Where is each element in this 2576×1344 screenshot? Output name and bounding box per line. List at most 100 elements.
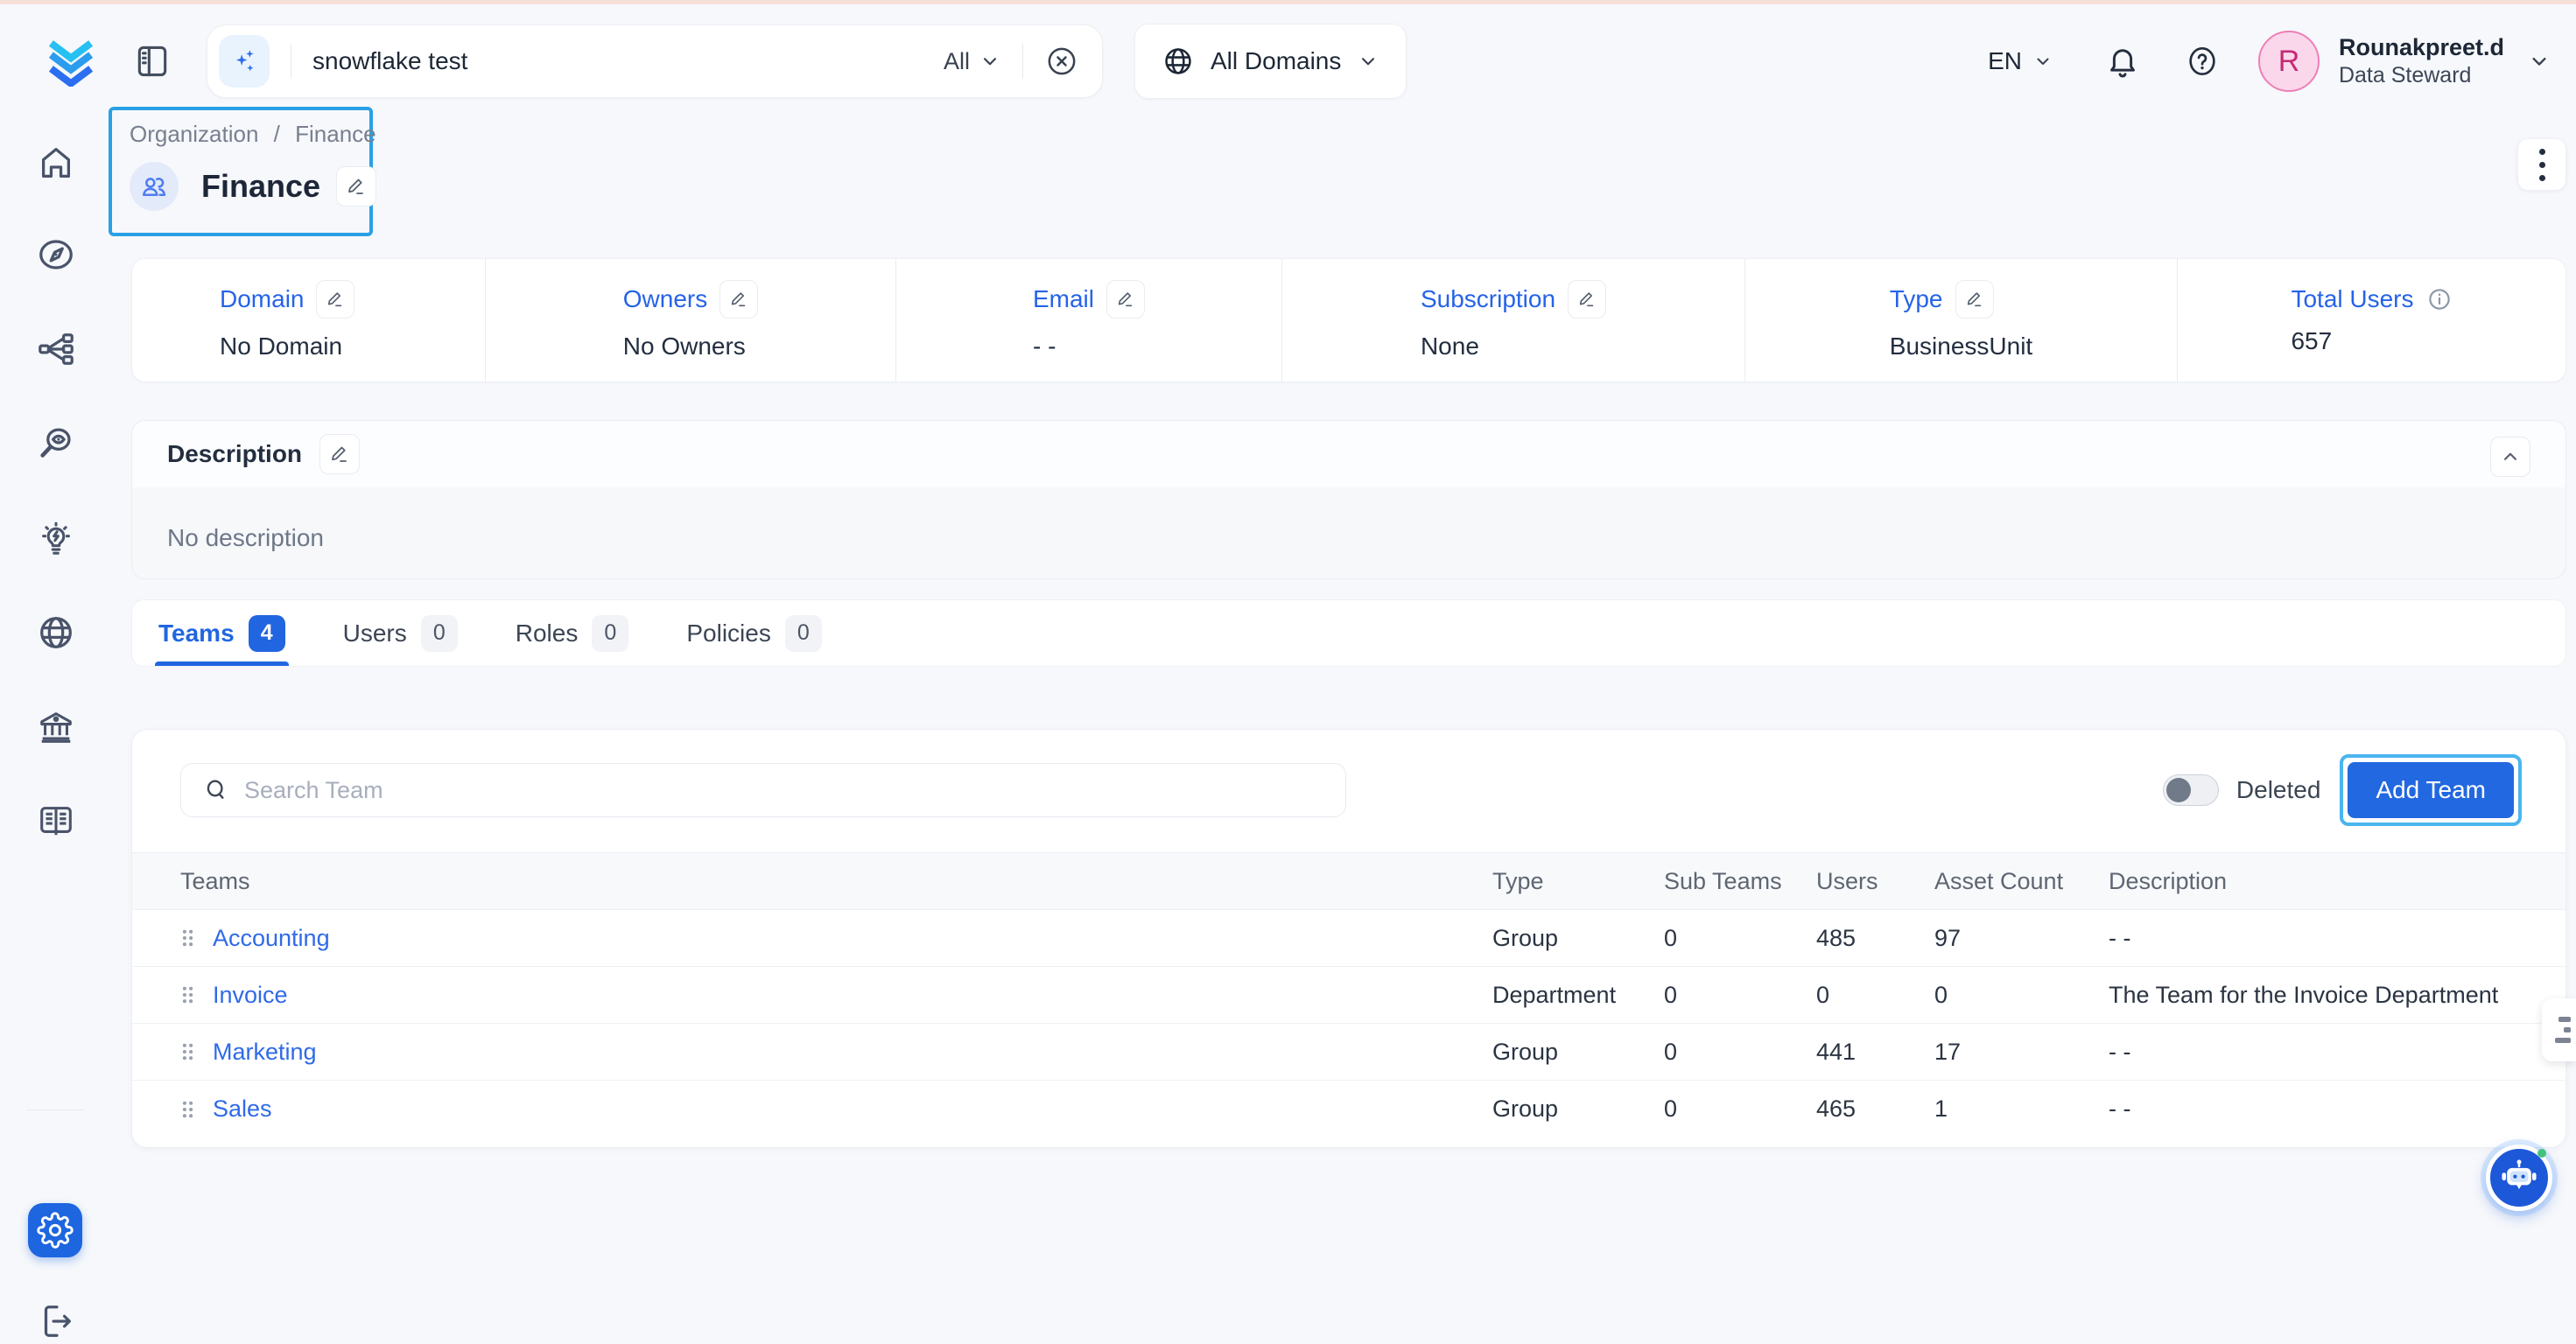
field-label[interactable]: Owners bbox=[623, 285, 707, 313]
edit-description-button[interactable] bbox=[319, 434, 360, 474]
deleted-toggle-label: Deleted bbox=[2236, 776, 2321, 804]
sidebar-item-domains[interactable] bbox=[36, 612, 76, 653]
pencil-icon bbox=[1577, 290, 1597, 309]
sidebar-item-settings[interactable] bbox=[28, 1203, 82, 1257]
edit-type-button[interactable] bbox=[1955, 280, 1994, 318]
notifications-bell-icon[interactable] bbox=[2104, 43, 2141, 80]
sidebar-item-observability[interactable] bbox=[36, 424, 76, 464]
global-search-bar[interactable]: All bbox=[207, 24, 1103, 98]
team-link[interactable]: Accounting bbox=[213, 925, 330, 952]
cell-sub-teams: 0 bbox=[1664, 925, 1816, 952]
column-header-teams[interactable]: Teams bbox=[180, 868, 1492, 895]
drag-handle-icon[interactable] bbox=[180, 1099, 195, 1120]
pencil-icon bbox=[346, 176, 367, 197]
sidebar-item-insights[interactable] bbox=[36, 518, 76, 558]
insights-bulb-icon bbox=[36, 518, 76, 558]
cell-type: Group bbox=[1492, 1096, 1664, 1123]
tab-label: Roles bbox=[516, 620, 579, 648]
drag-handle-icon[interactable] bbox=[180, 984, 195, 1005]
tab-users[interactable]: Users 0 bbox=[340, 600, 461, 666]
team-search-input[interactable] bbox=[244, 777, 1324, 804]
tab-roles[interactable]: Roles 0 bbox=[512, 600, 633, 666]
column-header-description[interactable]: Description bbox=[2109, 868, 2565, 895]
breadcrumb-organization[interactable]: Organization bbox=[130, 121, 258, 147]
cell-users: 0 bbox=[1816, 982, 1934, 1009]
edit-owners-button[interactable] bbox=[719, 280, 758, 318]
breadcrumb-separator: / bbox=[274, 121, 280, 147]
edit-title-button[interactable] bbox=[336, 166, 376, 206]
column-header-sub-teams[interactable]: Sub Teams bbox=[1664, 868, 1816, 895]
cell-asset-count: 97 bbox=[1934, 925, 2109, 952]
column-header-users[interactable]: Users bbox=[1816, 868, 1934, 895]
collapse-description-button[interactable] bbox=[2490, 437, 2530, 477]
edge-floating-button[interactable] bbox=[2542, 998, 2576, 1061]
team-link[interactable]: Invoice bbox=[213, 982, 288, 1009]
description-empty-text: No description bbox=[132, 487, 2565, 579]
search-scope-label: All bbox=[944, 48, 970, 75]
all-domains-dropdown[interactable]: All Domains bbox=[1134, 24, 1407, 99]
sidebar-item-governance[interactable] bbox=[36, 707, 76, 747]
tab-count-badge: 0 bbox=[421, 615, 458, 652]
summary-field-owners: Owners No Owners bbox=[486, 259, 896, 382]
description-header: Description bbox=[132, 421, 2565, 487]
tab-policies[interactable]: Policies 0 bbox=[683, 600, 825, 666]
user-menu[interactable]: Rounakpreet.d Data Steward bbox=[2339, 33, 2504, 90]
deleted-toggle[interactable] bbox=[2163, 774, 2219, 806]
page-actions-kebab-icon[interactable] bbox=[2517, 138, 2566, 191]
column-header-type[interactable]: Type bbox=[1492, 868, 1664, 895]
summary-field-type: Type BusinessUnit bbox=[1745, 259, 2178, 382]
chevron-down-icon[interactable] bbox=[2527, 49, 2551, 74]
column-header-asset-count[interactable]: Asset Count bbox=[1934, 868, 2109, 895]
cell-users: 465 bbox=[1816, 1096, 1934, 1123]
clear-search-icon[interactable] bbox=[1044, 44, 1079, 79]
field-label[interactable]: Total Users bbox=[2291, 285, 2413, 313]
title-row: Finance bbox=[130, 162, 369, 211]
sidebar-item-logout[interactable] bbox=[36, 1301, 76, 1341]
assistant-bot-button[interactable] bbox=[2486, 1144, 2552, 1211]
edit-email-button[interactable] bbox=[1106, 280, 1145, 318]
search-scope-dropdown[interactable]: All bbox=[944, 48, 1001, 75]
tab-teams[interactable]: Teams 4 bbox=[155, 600, 289, 666]
search-input[interactable] bbox=[312, 47, 944, 75]
drag-handle-icon[interactable] bbox=[180, 1041, 195, 1062]
team-link[interactable]: Sales bbox=[213, 1096, 272, 1123]
sidebar-item-lineage[interactable] bbox=[36, 329, 76, 369]
topbar: All All Domains EN bbox=[0, 4, 2576, 118]
tabs-bar: Teams 4 Users 0 Roles 0 Policies 0 bbox=[131, 599, 2566, 667]
sidebar-item-glossary[interactable] bbox=[36, 801, 76, 841]
team-search-field[interactable] bbox=[180, 763, 1346, 817]
edit-subscription-button[interactable] bbox=[1568, 280, 1606, 318]
language-dropdown[interactable]: EN bbox=[1988, 47, 2053, 75]
team-link[interactable]: Marketing bbox=[213, 1039, 317, 1066]
user-avatar[interactable]: R bbox=[2258, 31, 2320, 92]
chevron-down-icon bbox=[1357, 50, 1379, 73]
sidebar-item-discover[interactable] bbox=[36, 234, 76, 275]
help-icon[interactable] bbox=[2185, 44, 2220, 79]
sidebar-item-home[interactable] bbox=[36, 143, 76, 183]
breadcrumb-finance[interactable]: Finance bbox=[295, 121, 376, 147]
cell-type: Group bbox=[1492, 1039, 1664, 1066]
app-logo-icon[interactable] bbox=[46, 36, 96, 87]
field-label[interactable]: Subscription bbox=[1421, 285, 1555, 313]
field-label[interactable]: Domain bbox=[220, 285, 304, 313]
edit-domain-button[interactable] bbox=[316, 280, 354, 318]
info-icon[interactable] bbox=[2426, 286, 2453, 312]
summary-field-subscription: Subscription None bbox=[1282, 259, 1745, 382]
divider bbox=[1022, 44, 1023, 79]
team-avatar-icon bbox=[130, 162, 179, 211]
teams-table-header: Teams Type Sub Teams Users Asset Count D… bbox=[132, 852, 2565, 910]
observability-lens-icon bbox=[36, 424, 76, 464]
breadcrumb-annotation-box: Organization / Finance Finance bbox=[109, 107, 373, 236]
field-label[interactable]: Type bbox=[1890, 285, 1943, 313]
drag-handle-icon[interactable] bbox=[180, 928, 195, 948]
sidebar-toggle-icon[interactable] bbox=[133, 42, 172, 80]
user-name: Rounakpreet.d bbox=[2339, 33, 2504, 63]
field-value: No Domain bbox=[220, 332, 354, 360]
summary-field-domain: Domain No Domain bbox=[132, 259, 486, 382]
logout-icon bbox=[36, 1301, 76, 1341]
table-row: Invoice Department 0 0 0 The Team for th… bbox=[132, 967, 2565, 1024]
field-label[interactable]: Email bbox=[1033, 285, 1094, 313]
ai-sparkle-icon[interactable] bbox=[219, 35, 270, 88]
avatar-initial: R bbox=[2278, 45, 2300, 79]
add-team-button[interactable]: Add Team bbox=[2348, 762, 2514, 818]
